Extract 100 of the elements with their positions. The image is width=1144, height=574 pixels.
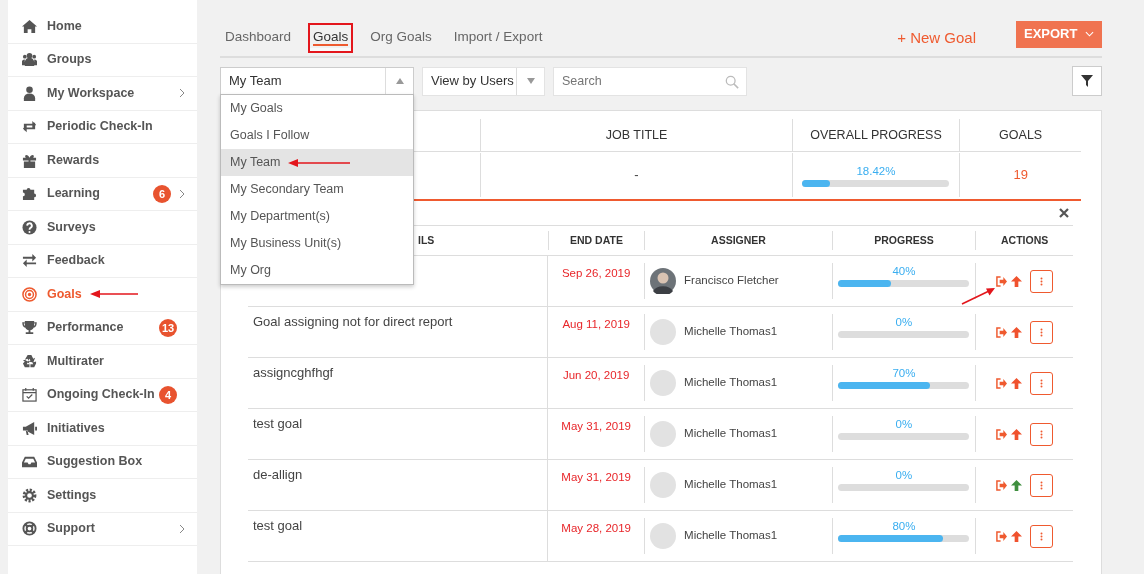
sidebar-item[interactable]: Support (8, 512, 197, 546)
caret-down-icon (1085, 31, 1094, 37)
column-header: END DATE (570, 232, 623, 248)
dropdown-option[interactable]: My Org (221, 257, 413, 284)
dropdown-option[interactable]: My Business Unit(s) (221, 230, 413, 257)
sidebar-item[interactable]: Periodic Check-In (8, 110, 197, 144)
sidebar-item[interactable]: Initiatives (8, 412, 197, 446)
assigner-name: Francisco Fletcher (684, 273, 779, 289)
home-icon (22, 18, 37, 34)
swap-icon (22, 253, 37, 269)
sidebar-item[interactable]: My Workspace (8, 77, 197, 111)
sidebar-item[interactable]: Home (8, 10, 197, 44)
exit-icon (996, 530, 1008, 542)
assigner-name: Michelle Thomas1 (684, 528, 778, 544)
exit-icon (996, 326, 1008, 338)
sidebar-item[interactable]: Feedback (8, 244, 197, 278)
sidebar-item[interactable]: Performance 13 (8, 311, 197, 345)
column-header: ASSIGNER (711, 232, 766, 248)
tab[interactable]: Org Goals (365, 22, 437, 54)
filter-button[interactable] (1072, 66, 1102, 96)
assigner-name: Michelle Thomas1 (684, 324, 778, 340)
table-cell-text: - (634, 166, 639, 185)
more-button[interactable] (1030, 269, 1054, 293)
dropdown-option[interactable]: My Department(s) (221, 203, 413, 230)
more-button[interactable] (1030, 473, 1054, 497)
progress-value: 0% (895, 417, 913, 432)
recycle-icon (22, 353, 37, 369)
tab[interactable]: Dashboard (220, 22, 297, 54)
close-icon (1059, 208, 1069, 218)
end-date: May 28, 2019 (561, 521, 631, 536)
column-header: OVERALL PROGRESS (810, 126, 942, 144)
more-button[interactable] (1030, 320, 1054, 344)
kebab-icon (1040, 479, 1044, 491)
kebab-icon (1040, 428, 1044, 440)
progress-value: 40% (892, 264, 916, 279)
sidebar-item[interactable]: Suggestion Box (8, 445, 197, 479)
assigner-name: Michelle Thomas1 (684, 477, 778, 493)
count-badge: 13 (159, 318, 177, 337)
goal-title: test goal (253, 415, 303, 433)
scope-select[interactable]: My Team (220, 66, 414, 96)
assigner-name: Michelle Thomas1 (684, 426, 778, 442)
more-button[interactable] (1030, 524, 1054, 548)
end-date: Sep 26, 2019 (561, 266, 631, 281)
progress-value: 0% (895, 315, 913, 330)
dropdown-option[interactable]: My Team (221, 149, 413, 176)
end-date: May 31, 2019 (561, 470, 631, 485)
goal-title: Goal assigning not for direct report (253, 313, 453, 331)
assigner-name: Michelle Thomas1 (684, 375, 778, 391)
dropdown-option[interactable]: My Goals (221, 95, 413, 122)
more-button[interactable] (1030, 371, 1054, 395)
goal-title: de-allign (253, 466, 303, 484)
end-date: Aug 11, 2019 (562, 317, 630, 332)
count-badge: 4 (159, 385, 177, 404)
view-select[interactable]: View by Users (422, 66, 545, 96)
lifebuoy-icon (22, 521, 37, 537)
exit-icon (996, 428, 1008, 440)
end-date: May 31, 2019 (561, 419, 631, 434)
question-icon (22, 219, 37, 235)
search-icon (725, 74, 739, 89)
sidebar-item[interactable]: Rewards (8, 144, 197, 178)
caret-down-icon (526, 78, 535, 84)
count-badge: 6 (153, 184, 171, 203)
sidebar-item[interactable]: Settings (8, 479, 197, 513)
person-icon (22, 85, 37, 101)
column-header: GOALS (999, 126, 1043, 144)
sidebar-item[interactable]: Groups (8, 43, 197, 77)
kebab-icon (1040, 275, 1044, 287)
kebab-icon (1040, 377, 1044, 389)
target-icon (22, 286, 37, 302)
more-button[interactable] (1030, 422, 1054, 446)
column-header: PROGRESS (874, 232, 934, 248)
progress-value: 0% (895, 468, 913, 483)
kebab-icon (1040, 530, 1044, 542)
caret-up-icon (395, 78, 404, 84)
tab[interactable]: Goals (308, 22, 354, 54)
search-field[interactable]: Search (553, 66, 747, 96)
progress-value: 80% (892, 519, 916, 534)
group-icon (22, 52, 37, 68)
dropdown-option[interactable]: My Secondary Team (221, 176, 413, 203)
inbox-icon (22, 454, 37, 470)
column-header: ACTIONS (1001, 232, 1049, 248)
goal-title: assigncghfhgf (253, 364, 334, 382)
exit-icon (996, 275, 1008, 287)
trophy-icon (22, 320, 37, 336)
sidebar-item[interactable]: Multirater (8, 345, 197, 379)
calendar-icon (22, 387, 37, 403)
exit-icon (996, 479, 1008, 491)
megaphone-icon (22, 420, 37, 436)
goals-count: 19 (1013, 166, 1028, 185)
sidebar-item[interactable]: Goals (8, 278, 197, 312)
exit-icon (996, 377, 1008, 389)
sidebar-item[interactable]: Ongoing Check-In 4 (8, 378, 197, 412)
dropdown-option[interactable]: Goals I Follow (221, 122, 413, 149)
progress-value: 18.42% (856, 163, 896, 179)
tab[interactable]: Import / Export (448, 22, 548, 54)
sidebar-item[interactable]: Learning 6 (8, 177, 197, 211)
progress-value: 70% (892, 366, 916, 381)
sidebar-item[interactable]: Surveys (8, 211, 197, 245)
column-header: ILS (418, 232, 435, 248)
end-date: Jun 20, 2019 (562, 368, 630, 383)
